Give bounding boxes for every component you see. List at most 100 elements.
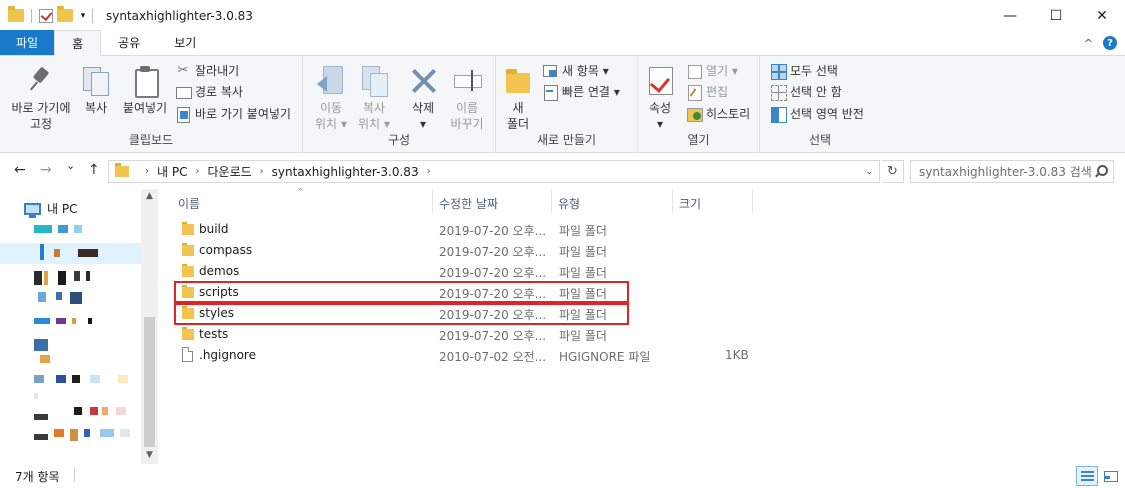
new-folder-icon[interactable] [57, 6, 73, 22]
invert-selection-button[interactable]: 선택 영역 반전 [770, 103, 864, 124]
folder-icon [182, 243, 194, 256]
breadcrumb-separator[interactable]: › [195, 166, 199, 177]
maximize-button[interactable]: ☐ [1033, 0, 1079, 31]
tab-file[interactable]: 파일 [0, 30, 55, 55]
paste-shortcut-icon [175, 106, 191, 123]
breadcrumb-separator[interactable]: › [145, 166, 149, 177]
file-modified: 2019-07-20 오후... [439, 266, 547, 280]
copy-to-button[interactable]: 복사 위치 ▾ [355, 64, 393, 132]
column-header-type[interactable]: 유형 [558, 192, 580, 214]
tab-view[interactable]: 보기 [157, 30, 213, 55]
breadcrumb-current-folder[interactable]: syntaxhighlighter-3.0.83 [272, 165, 419, 179]
column-divider[interactable] [752, 189, 753, 213]
quick-access-toolbar: ▾ [0, 6, 89, 23]
easy-access-icon [542, 84, 558, 101]
chevron-down-icon: ▾ [613, 84, 620, 99]
nav-item-this-pc[interactable]: 내 PC [24, 200, 77, 218]
folder-icon [182, 222, 194, 235]
scroll-down-icon[interactable]: ▼ [141, 450, 158, 460]
scissors-icon: ✂ [177, 62, 189, 78]
edit-button[interactable]: 편집 [686, 81, 728, 102]
address-bar[interactable]: › 내 PC › 다운로드 › syntaxhighlighter-3.0.83… [108, 160, 880, 183]
recent-locations-icon[interactable]: ⌄ [66, 159, 75, 172]
column-header-name[interactable]: 이름 [178, 192, 200, 214]
close-button[interactable]: ✕ [1079, 0, 1125, 31]
breadcrumb-this-pc[interactable]: 내 PC [157, 163, 187, 180]
delete-button[interactable]: 삭제 ▾ [403, 64, 443, 132]
pin-quick-access-button[interactable]: 바로 가기에 고정 [6, 64, 76, 132]
breadcrumb-downloads[interactable]: 다운로드 [207, 163, 251, 180]
file-row[interactable]: tests 2019-07-20 오후... 파일 폴더 [160, 324, 1125, 345]
folder-icon [182, 264, 194, 277]
minimize-button[interactable]: — [987, 0, 1033, 31]
column-divider[interactable] [672, 189, 673, 213]
chevron-down-icon: ▾ [656, 117, 664, 131]
rename-button[interactable]: 이름 바꾸기 [447, 64, 487, 132]
open-group: 속성 ▾ 열기 ▾ 편집 히스토리 열기 [638, 56, 760, 153]
file-row[interactable]: .hgignore 2010-07-02 오전... HGIGNORE 파일 1… [160, 345, 1125, 366]
title-bar: ▾ syntaxhighlighter-3.0.83 — ☐ ✕ [0, 0, 1125, 31]
chevron-down-icon: ▾ [383, 117, 390, 131]
nav-scrollbar[interactable]: ▲ ▼ [141, 189, 158, 464]
new-folder-label-2: 폴더 [506, 117, 530, 131]
collapse-ribbon-icon[interactable]: ^ [1084, 37, 1093, 50]
up-arrow-icon[interactable]: ↑ [88, 162, 100, 178]
column-divider[interactable] [551, 189, 552, 213]
copy-button[interactable]: 복사 [78, 64, 114, 116]
divider [31, 8, 32, 23]
back-arrow-icon[interactable]: ← [14, 162, 26, 178]
qat-dropdown-icon[interactable]: ▾ [77, 11, 89, 21]
easy-access-button[interactable]: 빠른 연결 ▾ [542, 81, 620, 102]
details-view-button[interactable] [1076, 466, 1098, 486]
search-input[interactable]: syntaxhighlighter-3.0.83 검색 [910, 160, 1114, 183]
paste-button[interactable]: 붙여넣기 [118, 64, 172, 116]
file-icon [182, 347, 193, 362]
tab-home[interactable]: 홈 [54, 30, 102, 56]
forward-arrow-icon[interactable]: → [40, 162, 52, 178]
properties-button[interactable]: 속성 ▾ [642, 64, 678, 132]
organize-group: 이동 위치 ▾ 복사 위치 ▾ 삭제 ▾ 이름 바꾸기 구성 [303, 56, 496, 153]
large-icons-view-icon [1104, 470, 1118, 482]
search-icon [1094, 165, 1108, 178]
new-folder-button[interactable]: 새 폴더 [502, 64, 534, 132]
delete-label: 삭제 [411, 101, 435, 115]
file-row[interactable]: compass 2019-07-20 오후... 파일 폴더 [160, 240, 1125, 261]
folder-icon [502, 64, 534, 96]
properties-check-icon[interactable] [39, 8, 53, 23]
file-row[interactable]: build 2019-07-20 오후... 파일 폴더 [160, 219, 1125, 240]
new-item-icon [542, 63, 558, 79]
copyto-label-1: 복사 [362, 101, 386, 115]
history-icon [686, 106, 703, 122]
column-header-size[interactable]: 크기 [679, 192, 701, 214]
cut-button[interactable]: ✂ 잘라내기 [175, 60, 240, 81]
move-to-button[interactable]: 이동 위치 ▾ [313, 64, 349, 132]
help-icon[interactable]: ? [1103, 36, 1117, 50]
select-none-button[interactable]: 선택 안 함 [770, 81, 842, 102]
group-label-new: 새로 만들기 [536, 133, 596, 147]
large-icons-view-button[interactable] [1100, 466, 1122, 486]
paste-shortcut-button[interactable]: 바로 가기 붙여넣기 [175, 103, 291, 124]
select-all-button[interactable]: 모두 선택 [770, 60, 838, 81]
new-item-button[interactable]: 새 항목 ▾ [542, 60, 609, 81]
copy-path-icon [175, 84, 192, 100]
file-row[interactable]: demos 2019-07-20 오후... 파일 폴더 [160, 261, 1125, 282]
copy-path-button[interactable]: 경로 복사 [175, 81, 243, 102]
ribbon-right-controls: ^ ? [1084, 36, 1117, 50]
tab-share[interactable]: 공유 [101, 30, 157, 55]
file-size: 1KB [725, 348, 749, 362]
column-header-modified[interactable]: 수정한 날짜 [439, 192, 498, 214]
folder-icon[interactable] [8, 6, 24, 22]
breadcrumb-separator[interactable]: › [260, 166, 264, 177]
folder-icon [182, 327, 194, 340]
select-group: 모두 선택 선택 안 함 선택 영역 반전 선택 [760, 56, 880, 153]
history-button[interactable]: 히스토리 [686, 103, 750, 124]
open-button[interactable]: 열기 ▾ [686, 60, 738, 81]
new-item-label: 새 항목 [562, 64, 599, 78]
address-dropdown-icon[interactable]: ⌄ [865, 167, 873, 177]
column-divider[interactable] [432, 189, 433, 213]
refresh-button[interactable]: ↻ [882, 160, 904, 183]
breadcrumb-separator[interactable]: › [427, 166, 431, 177]
scroll-thumb[interactable] [144, 317, 155, 447]
nav-selected-row[interactable] [0, 243, 141, 264]
scroll-up-icon[interactable]: ▲ [141, 191, 158, 201]
